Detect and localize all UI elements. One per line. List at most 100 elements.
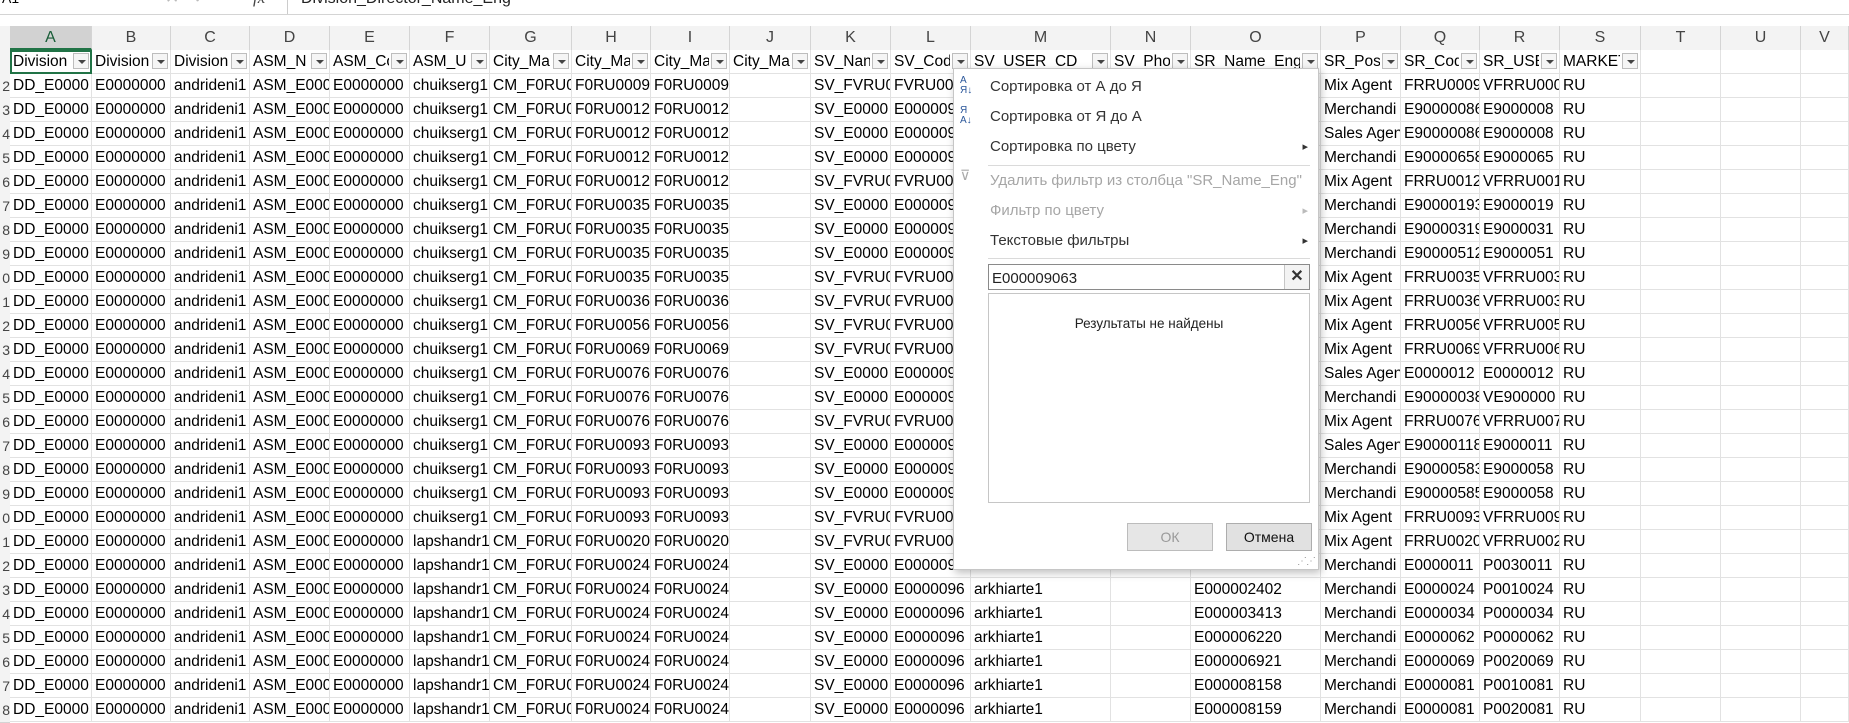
cell[interactable]: andrideni1 xyxy=(171,362,250,386)
cell[interactable]: F0RU0024N1 xyxy=(651,626,730,650)
cell[interactable] xyxy=(730,482,811,506)
cell[interactable]: RU xyxy=(1560,218,1641,242)
row-header[interactable]: 7 xyxy=(0,674,10,699)
cell[interactable]: RU xyxy=(1560,194,1641,218)
cell[interactable] xyxy=(730,218,811,242)
cell[interactable]: Sales Agen xyxy=(1321,434,1401,458)
cell[interactable]: andrideni1 xyxy=(171,482,250,506)
header-cell[interactable]: Division xyxy=(10,50,92,74)
cell[interactable]: E0000000 xyxy=(330,122,410,146)
cell[interactable]: DD_E0000 xyxy=(10,338,92,362)
cell[interactable]: FRRU0035 xyxy=(1401,266,1480,290)
cell[interactable] xyxy=(1641,674,1721,698)
cell[interactable]: E0000012 xyxy=(1480,362,1560,386)
cell[interactable]: F0RU0024 xyxy=(572,602,651,626)
header-cell[interactable]: City_Ma xyxy=(490,50,572,74)
cell[interactable]: RU xyxy=(1560,362,1641,386)
cell[interactable]: F0RU0012 xyxy=(572,170,651,194)
column-header-o[interactable]: O xyxy=(1191,26,1321,50)
cell[interactable] xyxy=(730,122,811,146)
cell[interactable]: E0000000 xyxy=(92,194,171,218)
cell[interactable] xyxy=(1801,218,1849,242)
cell[interactable]: F0RU0093M1 xyxy=(651,434,730,458)
header-cell[interactable]: City_Ma xyxy=(730,50,811,74)
cell[interactable]: chuikserg1 xyxy=(410,314,490,338)
cell[interactable]: andrideni1 xyxy=(171,266,250,290)
cell[interactable]: F0RU0035M1 xyxy=(651,218,730,242)
row-header[interactable]: 7 xyxy=(0,434,10,459)
cell[interactable]: RU xyxy=(1560,338,1641,362)
row-header[interactable]: 9 xyxy=(0,482,10,507)
cell[interactable]: F0RU0024N1 xyxy=(651,674,730,698)
cell[interactable]: E0000000 xyxy=(330,602,410,626)
cell[interactable]: F0RU0035 xyxy=(572,218,651,242)
cell[interactable]: andrideni1 xyxy=(171,506,250,530)
cell[interactable]: SV_E0000 xyxy=(811,458,891,482)
cell[interactable] xyxy=(1721,74,1801,98)
cell[interactable]: CM_F0RU0 xyxy=(490,98,572,122)
cell[interactable]: CM_F0RU0 xyxy=(490,410,572,434)
cell[interactable]: F0RU0024 xyxy=(572,698,651,722)
filter-dropdown-icon[interactable] xyxy=(1461,53,1477,69)
filter-dropdown-icon[interactable] xyxy=(952,53,968,69)
cell[interactable]: chuikserg1 xyxy=(410,98,490,122)
cell[interactable]: SV_FVRU0 xyxy=(811,410,891,434)
cell[interactable] xyxy=(1801,314,1849,338)
cell[interactable]: DD_E0000 xyxy=(10,362,92,386)
cell[interactable] xyxy=(1641,290,1721,314)
filter-dropdown-icon[interactable] xyxy=(391,53,407,69)
cell[interactable]: DD_E0000 xyxy=(10,218,92,242)
cell[interactable]: CM_F0RU0 xyxy=(490,146,572,170)
column-header-k[interactable]: K xyxy=(811,26,891,50)
cell[interactable]: andrideni1 xyxy=(171,170,250,194)
cell[interactable] xyxy=(1801,386,1849,410)
cell[interactable]: Mix Agent xyxy=(1321,506,1401,530)
cell[interactable] xyxy=(1801,554,1849,578)
cell[interactable] xyxy=(1641,458,1721,482)
cell[interactable]: RU xyxy=(1560,578,1641,602)
cell[interactable]: F0RU0024 xyxy=(572,674,651,698)
cell[interactable]: E0000000 xyxy=(92,170,171,194)
cell[interactable]: E0000096 xyxy=(891,698,971,722)
filter-dropdown-icon[interactable] xyxy=(1382,53,1398,69)
cell[interactable] xyxy=(1801,98,1849,122)
cell[interactable]: andrideni1 xyxy=(171,554,250,578)
cell[interactable]: ASM_E000 xyxy=(250,290,330,314)
cell[interactable]: ASM_E000 xyxy=(250,602,330,626)
cell[interactable]: E0000000 xyxy=(92,506,171,530)
cell[interactable]: RU xyxy=(1560,626,1641,650)
cell[interactable]: arkhiarte1 xyxy=(971,578,1111,602)
row-header[interactable]: 2 xyxy=(0,554,10,579)
cell[interactable]: P0000034 xyxy=(1480,602,1560,626)
cell[interactable] xyxy=(730,674,811,698)
cell[interactable]: RU xyxy=(1560,290,1641,314)
cell[interactable]: F0RU0056M1 xyxy=(651,314,730,338)
cell[interactable]: FRRU0076 xyxy=(1401,410,1480,434)
cell[interactable] xyxy=(1721,386,1801,410)
cell[interactable]: E0000000 xyxy=(330,482,410,506)
cell[interactable]: CM_F0RU0 xyxy=(490,242,572,266)
cell[interactable] xyxy=(1721,290,1801,314)
cell[interactable]: Mix Agent xyxy=(1321,290,1401,314)
cell[interactable]: chuikserg1 xyxy=(410,74,490,98)
header-cell[interactable] xyxy=(1641,50,1721,74)
cell[interactable]: F0RU0093 xyxy=(572,434,651,458)
cell[interactable] xyxy=(1111,674,1191,698)
cell[interactable]: ASM_E000 xyxy=(250,554,330,578)
cell[interactable]: andrideni1 xyxy=(171,698,250,722)
cell[interactable]: andrideni1 xyxy=(171,386,250,410)
cell[interactable]: E9000031 xyxy=(1480,218,1560,242)
cell[interactable] xyxy=(1721,578,1801,602)
cell[interactable] xyxy=(1721,338,1801,362)
cell[interactable] xyxy=(730,650,811,674)
header-cell[interactable]: ASM_Co xyxy=(330,50,410,74)
cell[interactable]: E000002402 xyxy=(1191,578,1321,602)
cell[interactable]: RU xyxy=(1560,266,1641,290)
cell[interactable] xyxy=(1641,578,1721,602)
cell[interactable] xyxy=(1801,194,1849,218)
cell[interactable]: F0RU0035 xyxy=(572,194,651,218)
filter-dropdown-icon[interactable] xyxy=(231,53,247,69)
filter-dropdown-icon[interactable] xyxy=(1302,53,1318,69)
filter-dropdown-icon[interactable] xyxy=(311,53,327,69)
cell[interactable]: andrideni1 xyxy=(171,434,250,458)
